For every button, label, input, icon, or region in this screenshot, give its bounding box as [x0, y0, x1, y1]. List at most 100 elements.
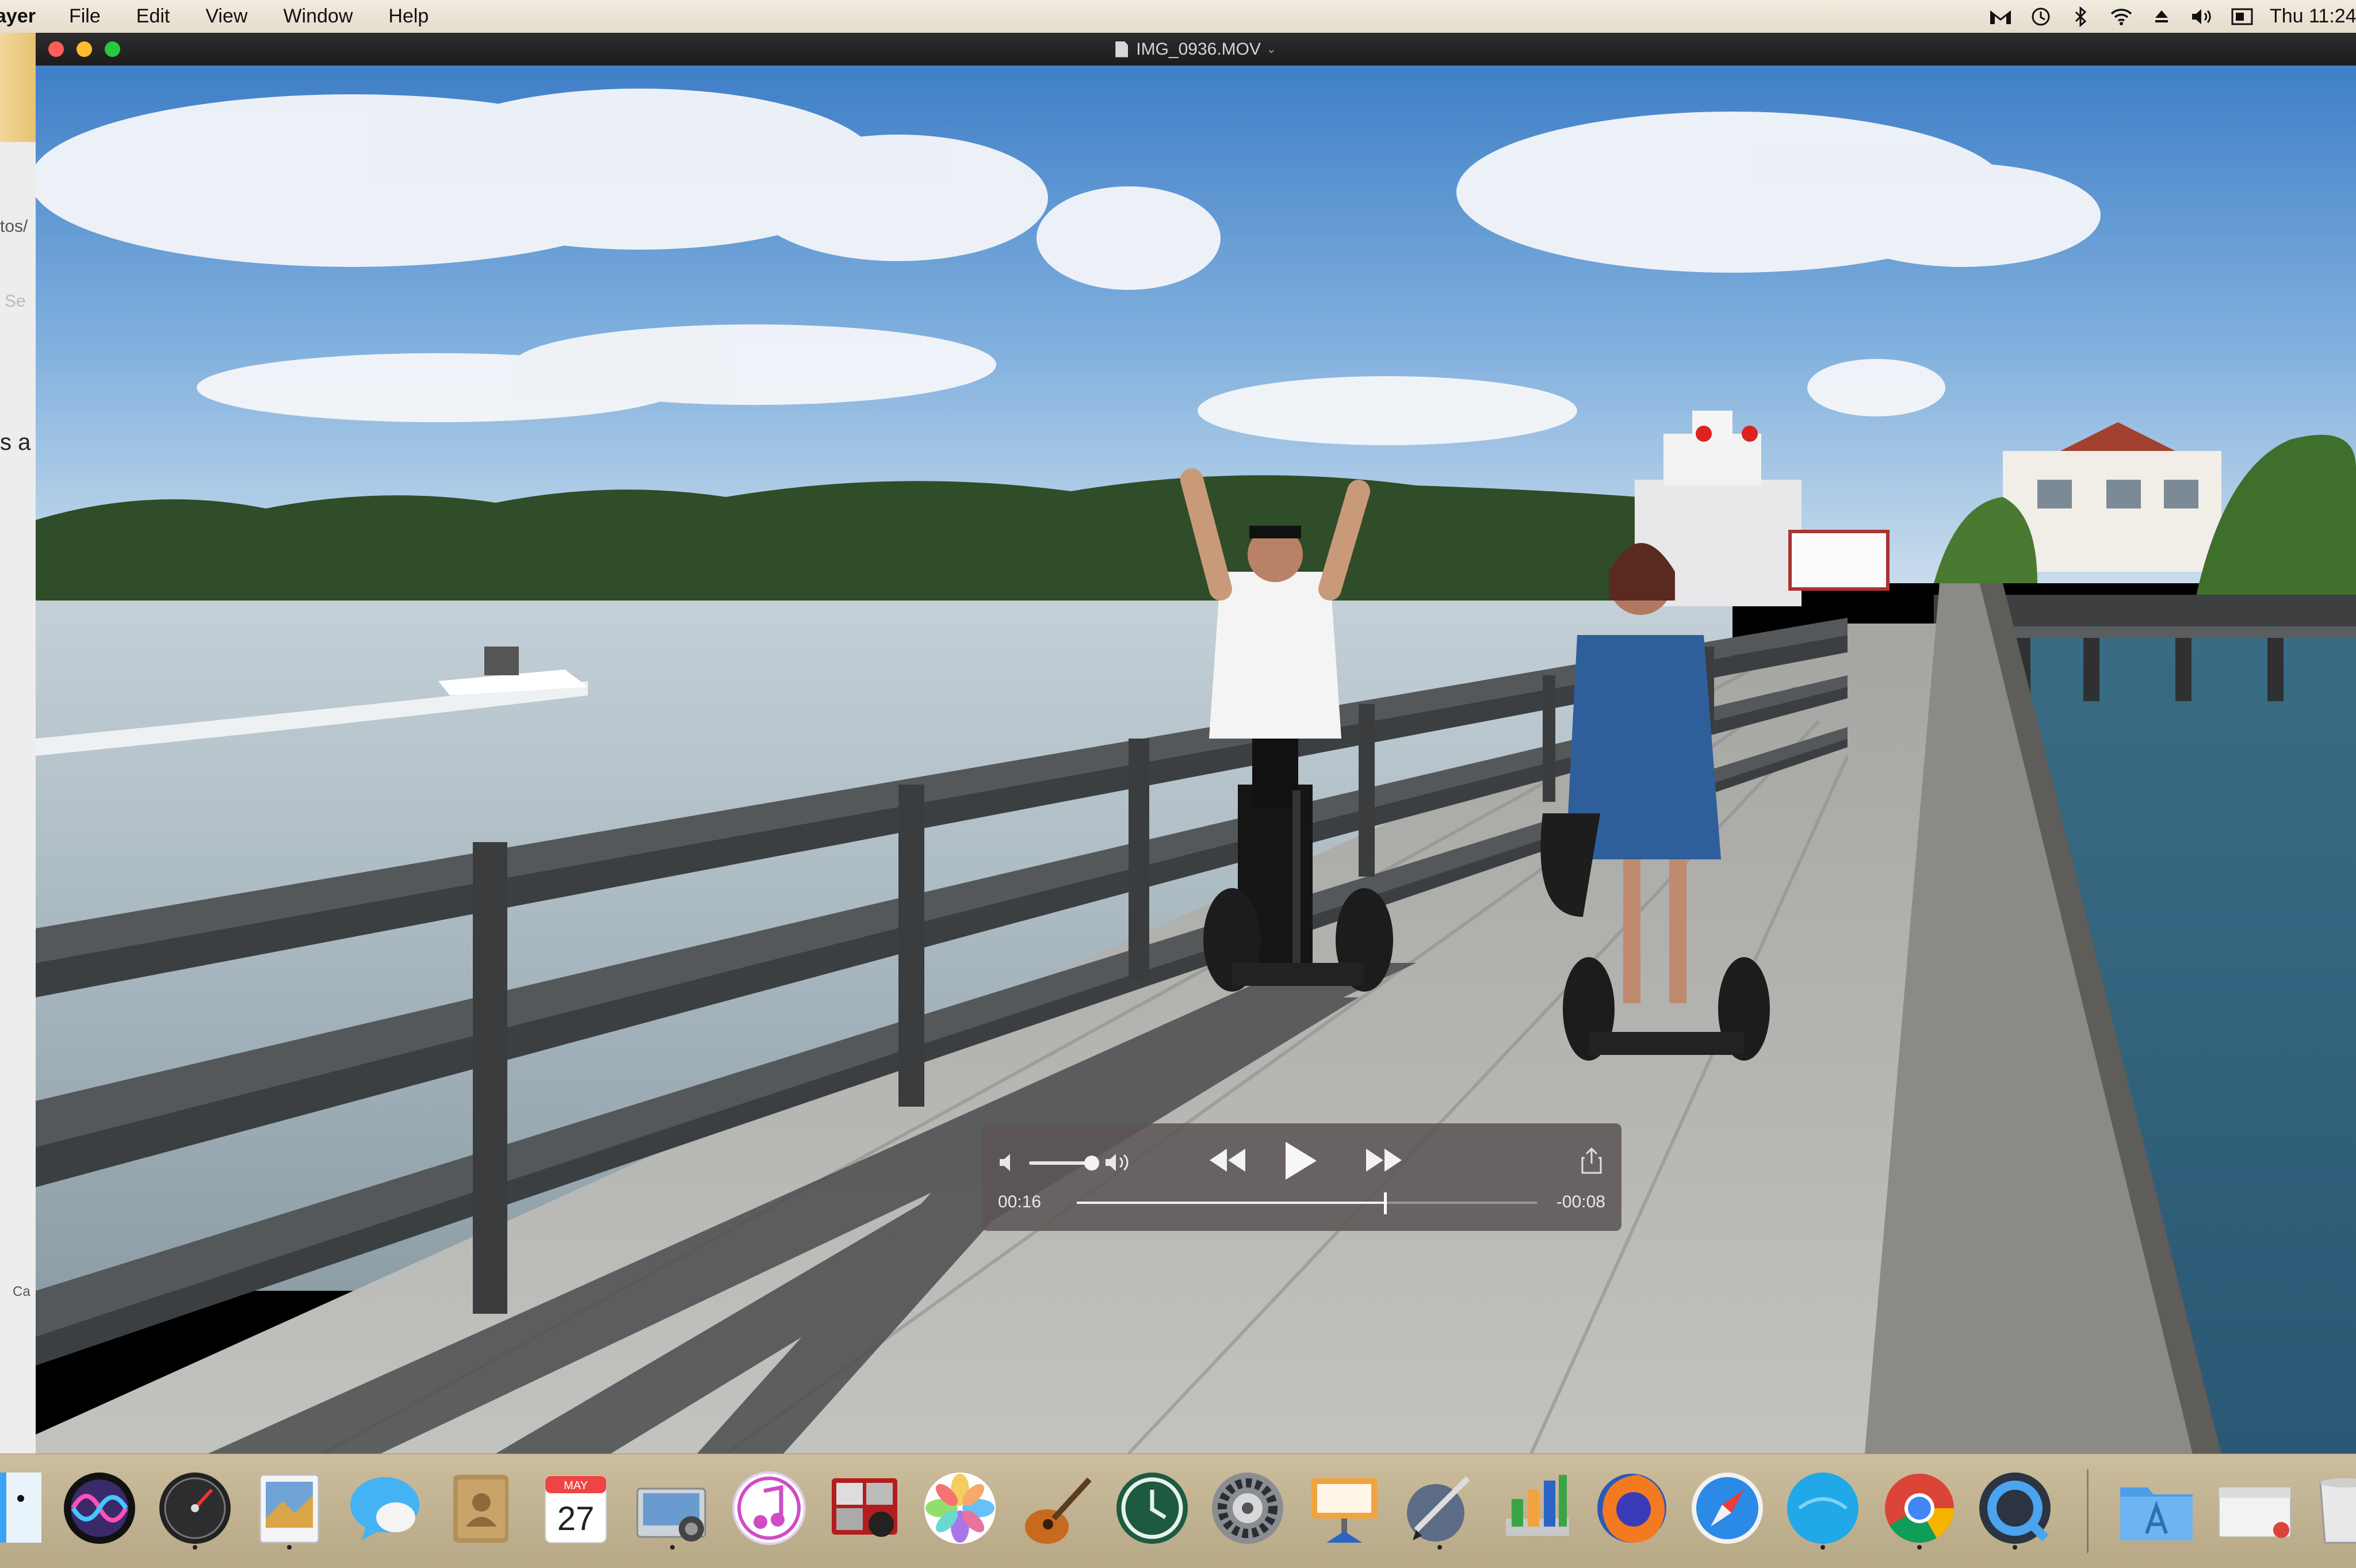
dock-script-editor[interactable]: [1399, 1467, 1481, 1553]
dock-separator: [2087, 1469, 2089, 1553]
messages-icon: [350, 1477, 419, 1540]
running-indicator: [287, 1545, 292, 1550]
menu-clock[interactable]: Thu 11:24: [2270, 5, 2356, 28]
dashboard-icon: [159, 1473, 231, 1544]
gmail-icon[interactable]: [1988, 4, 2013, 29]
downloads-icon: [2219, 1487, 2291, 1538]
siri-icon: [64, 1473, 135, 1544]
firefox-icon: [1597, 1474, 1666, 1543]
input-source-icon[interactable]: [2229, 4, 2255, 29]
fast-forward-button[interactable]: [1364, 1146, 1404, 1177]
playback-controls[interactable]: 00:16 -00:08: [982, 1123, 1621, 1231]
image-capture-icon: [636, 1487, 706, 1542]
volume-high-icon[interactable]: [1104, 1151, 1136, 1177]
dock-chrome[interactable]: [1879, 1467, 1960, 1553]
time-machine-app-icon: [1116, 1473, 1188, 1544]
menu-bar: ayer File Edit View Window Help Thu 11:2…: [0, 0, 2356, 33]
window-title[interactable]: IMG_0936.MOV ⌄: [1115, 40, 1276, 59]
dock-numbers[interactable]: [1494, 1467, 1576, 1553]
dock-skype[interactable]: [1782, 1467, 1864, 1553]
itunes-icon: [732, 1471, 806, 1545]
dock-photo-booth[interactable]: [824, 1467, 905, 1553]
volume-low-icon[interactable]: [998, 1152, 1021, 1176]
menu-view[interactable]: View: [205, 5, 247, 28]
close-button[interactable]: [48, 41, 64, 57]
dock-system-preferences[interactable]: [1207, 1467, 1288, 1553]
trash-icon: [2319, 1478, 2356, 1544]
background-window-toolbar: [0, 33, 36, 142]
dock-calendar[interactable]: MAY 27: [535, 1467, 617, 1553]
preview-icon: [259, 1474, 320, 1544]
window-title-bar[interactable]: IMG_0936.MOV ⌄: [36, 33, 2356, 66]
video-frame[interactable]: [36, 66, 2356, 1454]
dock-keynote[interactable]: [1303, 1467, 1385, 1553]
calendar-day: 27: [557, 1500, 595, 1538]
script-editor-icon: [1407, 1476, 1470, 1542]
dock-preview[interactable]: [248, 1467, 330, 1553]
wifi-icon[interactable]: [2109, 4, 2134, 29]
dock-firefox[interactable]: [1591, 1467, 1673, 1553]
menu-edit[interactable]: Edit: [136, 5, 170, 28]
numbers-icon: [1506, 1475, 1569, 1536]
scrubber-progress: [1077, 1202, 1385, 1204]
calendar-month: MAY: [564, 1479, 588, 1492]
minimize-button[interactable]: [77, 41, 92, 57]
dock-dashboard[interactable]: [154, 1467, 236, 1553]
window-title-text: IMG_0936.MOV: [1136, 39, 1261, 59]
background-text-1: tos/: [0, 217, 28, 236]
menu-file[interactable]: File: [69, 5, 101, 28]
safari-icon: [1692, 1473, 1763, 1544]
photo-booth-icon: [832, 1478, 897, 1537]
dock-messages[interactable]: [344, 1467, 426, 1553]
dock-downloads-stack[interactable]: [2213, 1467, 2295, 1553]
dock-finder[interactable]: [0, 1467, 47, 1553]
dock-trash[interactable]: [2308, 1467, 2356, 1553]
background-text-2: Se: [5, 292, 26, 311]
running-indicator: [2013, 1545, 2017, 1550]
running-indicator: [1917, 1545, 1922, 1550]
chevron-down-icon[interactable]: ⌄: [1267, 42, 1276, 56]
photos-icon: [924, 1473, 996, 1544]
menu-help[interactable]: Help: [388, 5, 429, 28]
menu-app-name[interactable]: ayer: [0, 5, 36, 28]
remaining-time: -00:08: [1556, 1192, 1605, 1211]
menu-window[interactable]: Window: [283, 5, 353, 28]
chrome-icon: [1885, 1474, 1954, 1543]
volume-slider-knob[interactable]: [1084, 1156, 1099, 1171]
contacts-icon: [453, 1475, 508, 1543]
volume-icon[interactable]: [2189, 4, 2215, 29]
background-text-3: s a: [0, 430, 31, 455]
skype-icon: [1787, 1473, 1858, 1544]
zoom-button[interactable]: [105, 41, 120, 57]
dock-image-capture[interactable]: [632, 1467, 713, 1553]
share-icon[interactable]: [1580, 1147, 1603, 1177]
dock-quicktime[interactable]: [1974, 1467, 2056, 1553]
background-text-4: Ca: [13, 1284, 30, 1299]
folder-icon: [2120, 1487, 2193, 1540]
dock-photos[interactable]: [919, 1467, 1001, 1553]
eject-icon[interactable]: [2149, 4, 2174, 29]
dock-time-machine[interactable]: [1111, 1467, 1193, 1553]
running-indicator: [670, 1545, 675, 1550]
dock-contacts[interactable]: [439, 1467, 521, 1553]
play-button[interactable]: [1280, 1139, 1320, 1185]
dock-itunes[interactable]: [728, 1467, 810, 1553]
volume-slider-track[interactable]: [1029, 1161, 1091, 1165]
background-window[interactable]: tos/ Se s a Ca: [0, 33, 36, 1454]
dock-siri[interactable]: [59, 1467, 140, 1553]
dock-safari[interactable]: [1686, 1467, 1768, 1553]
gear-icon: [1212, 1473, 1283, 1544]
elapsed-time: 00:16: [998, 1192, 1042, 1211]
bluetooth-icon[interactable]: [2068, 4, 2094, 29]
menu-items: ayer File Edit View Window Help: [0, 0, 464, 33]
quicktime-player-window[interactable]: IMG_0936.MOV ⌄ 00:16 -00:08: [36, 33, 2356, 1454]
keynote-icon: [1311, 1478, 1377, 1543]
scrubber-playhead[interactable]: [1384, 1192, 1387, 1214]
dock-applications-folder[interactable]: [2116, 1467, 2197, 1553]
dock-garageband[interactable]: [1016, 1467, 1097, 1553]
garageband-icon: [1025, 1477, 1092, 1544]
quicktime-icon: [1979, 1473, 2051, 1544]
calendar-icon: MAY 27: [545, 1475, 607, 1543]
rewind-button[interactable]: [1207, 1146, 1248, 1177]
time-machine-icon[interactable]: [2028, 4, 2053, 29]
